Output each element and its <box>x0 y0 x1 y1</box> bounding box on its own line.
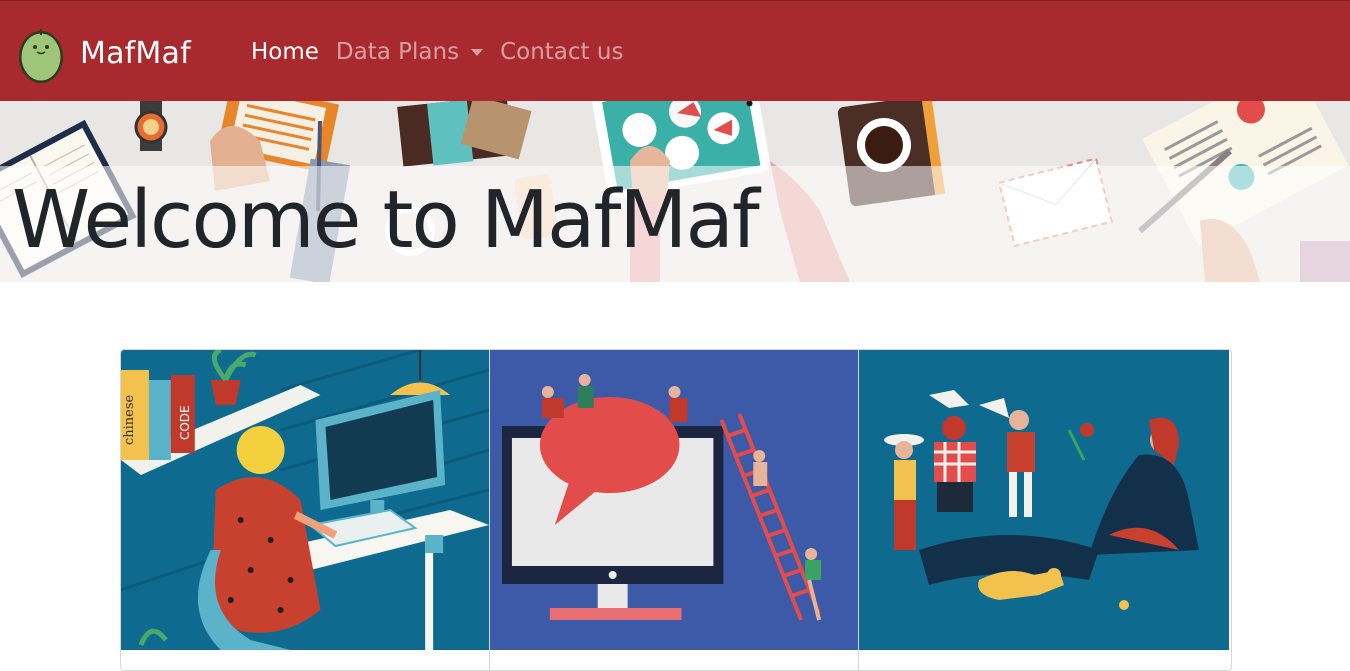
brand-name: MafMaf <box>80 35 191 71</box>
card-2[interactable] <box>490 350 859 670</box>
hero-title: Welcome to MafMaf <box>12 174 760 266</box>
nav-data-plans-label: Data Plans <box>335 39 460 65</box>
hero-banner: Welcome to MafMaf <box>0 101 1350 282</box>
woman-at-computer-image: chinese CODE <box>121 350 489 650</box>
navbar: MafMaf Home Data Plans Contact us <box>0 0 1350 101</box>
brand-link[interactable]: MafMaf <box>17 21 191 85</box>
svg-text:CODE: CODE <box>178 405 192 440</box>
nav-menu: Home Data Plans Contact us <box>251 39 640 65</box>
caret-down-icon <box>471 48 484 56</box>
card-3[interactable] <box>859 350 1229 670</box>
avocado-icon <box>19 29 63 83</box>
nav-data-plans[interactable]: Data Plans <box>335 39 484 65</box>
svg-text:chinese: chinese <box>122 394 137 445</box>
card-deck: chinese CODE <box>120 349 1232 671</box>
nav-home[interactable]: Home <box>251 39 319 65</box>
monitor-chat-bubble-image <box>490 350 858 650</box>
nav-contact-us[interactable]: Contact us <box>500 39 623 65</box>
celebration-image <box>859 350 1229 650</box>
card-1[interactable]: chinese CODE <box>121 350 490 670</box>
